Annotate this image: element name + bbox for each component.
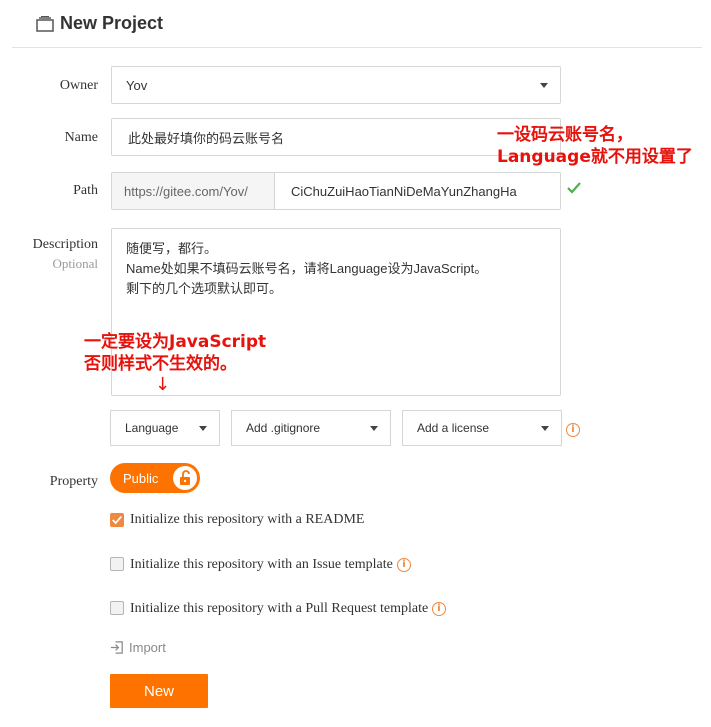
check-icon [567,182,581,194]
readme-checkbox-label[interactable]: Initialize this repository with a README [130,512,364,528]
chevron-down-icon [540,83,548,88]
page-header: New Project [12,0,702,48]
import-link[interactable]: Import [110,640,166,655]
property-label: Property [49,474,98,489]
page-title: New Project [60,13,164,33]
new-project-button[interactable]: New [110,674,208,708]
name-value: 此处最好填你的码云账号名 [128,130,285,146]
gitignore-dropdown[interactable]: Add .gitignore [231,410,391,446]
description-line: 随便写，都行。 [126,241,218,256]
visibility-toggle[interactable]: Public [110,463,200,493]
name-label: Name [64,130,98,145]
pr-template-checkbox-label[interactable]: Initialize this repository with a Pull R… [130,601,428,617]
language-dropdown[interactable]: Language [110,410,220,446]
pr-template-checkbox[interactable] [110,601,124,615]
license-dropdown-label: Add a license [417,421,490,435]
chevron-down-icon [370,426,378,431]
visibility-toggle-label: Public [123,471,159,486]
chevron-down-icon [541,426,549,431]
unlock-icon [180,470,190,485]
issue-template-checkbox[interactable] [110,557,124,571]
check-icon [112,516,122,525]
language-dropdown-label: Language [125,421,179,435]
import-label: Import [129,640,166,655]
language-annotation-line: 否则样式不生效的。 [84,354,237,374]
name-input[interactable]: 此处最好填你的码云账号名 [111,118,561,156]
path-input[interactable]: CiChuZuiHaoTianNiDeMaYunZhangHa [274,172,561,210]
path-label: Path [73,183,98,198]
info-icon[interactable]: i [566,423,580,437]
owner-select[interactable]: Yov [111,66,561,104]
description-optional-label: Optional [52,256,99,271]
toggle-knob [173,466,197,490]
import-icon [110,641,123,654]
owner-value: Yov [126,77,148,93]
description-line: 剩下的几个选项默认即可。 [126,281,283,296]
path-value: CiChuZuiHaoTianNiDeMaYunZhangHa [291,183,517,199]
language-annotation: 一定要设为JavaScript 否则样式不生效的。 [84,331,266,375]
name-annotation-line: 一设码云账号名， [497,125,633,145]
path-prefix: https://gitee.com/Yov/ [111,172,275,210]
readme-checkbox[interactable] [110,513,124,527]
gitignore-dropdown-label: Add .gitignore [246,421,321,435]
issue-template-checkbox-label[interactable]: Initialize this repository with an Issue… [130,557,393,573]
annotation-arrow-icon: ↓ [155,374,171,395]
license-dropdown[interactable]: Add a license [402,410,562,446]
owner-label: Owner [59,78,98,93]
name-annotation: 一设码云账号名， Language就不用设置了 [497,124,693,168]
description-label: Description [32,237,98,252]
info-icon[interactable]: i [432,602,446,616]
language-annotation-line: 一定要设为JavaScript [84,332,267,352]
description-line: Name处如果不填码云账号名，请将Language设为JavaScript。 [126,261,488,276]
repo-icon [36,16,54,32]
info-icon[interactable]: i [397,558,411,572]
chevron-down-icon [199,426,207,431]
name-annotation-line: Language就不用设置了 [497,147,693,167]
